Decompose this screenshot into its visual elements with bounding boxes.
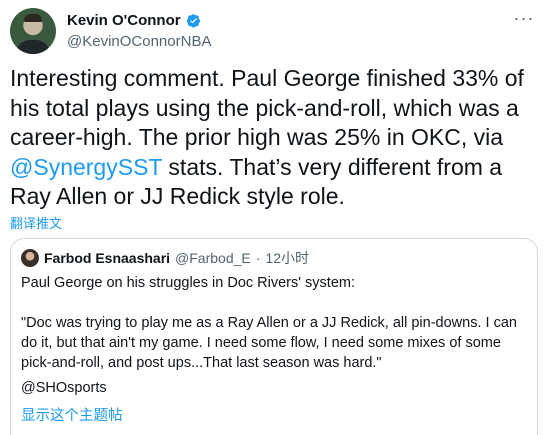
quoted-timestamp: 12小时 <box>265 250 309 266</box>
separator-dot: · <box>255 250 261 266</box>
author-handle[interactable]: @KevinOConnorNBA <box>67 33 211 50</box>
quoted-intro-line: Paul George on his struggles in Doc Rive… <box>21 275 355 291</box>
quoted-tweet-body: Paul George on his struggles in Doc Rive… <box>21 273 529 373</box>
quoted-author-avatar <box>21 249 39 267</box>
author-name-row: Kevin O'Connor <box>67 12 201 29</box>
more-options-icon[interactable]: ··· <box>510 8 538 28</box>
quoted-author-name: Farbod Esnaashari <box>44 250 171 266</box>
quoted-tweet[interactable]: Farbod Esnaashari @Farbod_E · 12小时 Paul … <box>10 238 538 435</box>
show-thread-link[interactable]: 显示这个主题帖 <box>21 404 123 425</box>
tweet-header: Kevin O'Connor @KevinOConnorNBA ··· <box>10 6 540 56</box>
translate-tweet-link[interactable]: 翻译推文 <box>10 213 62 232</box>
quoted-author-handle: @Farbod_E <box>175 250 251 266</box>
mention-link[interactable]: @SynergySST <box>10 154 162 180</box>
author-avatar[interactable] <box>10 8 56 54</box>
author-name[interactable]: Kevin O'Connor <box>67 12 181 29</box>
avatar-shirt <box>16 40 50 54</box>
quoted-tweet-header: Farbod Esnaashari @Farbod_E · 12小时 <box>21 248 309 268</box>
verified-badge-icon <box>186 14 200 28</box>
quoted-signature: @SHOsports <box>21 380 107 396</box>
tweet-text-before: Interesting comment. Paul George finishe… <box>10 65 524 150</box>
tweet-text: Interesting comment. Paul George finishe… <box>10 64 540 212</box>
quoted-quote-text: "Doc was trying to play me as a Ray Alle… <box>21 315 517 371</box>
avatar-hair <box>24 14 42 22</box>
